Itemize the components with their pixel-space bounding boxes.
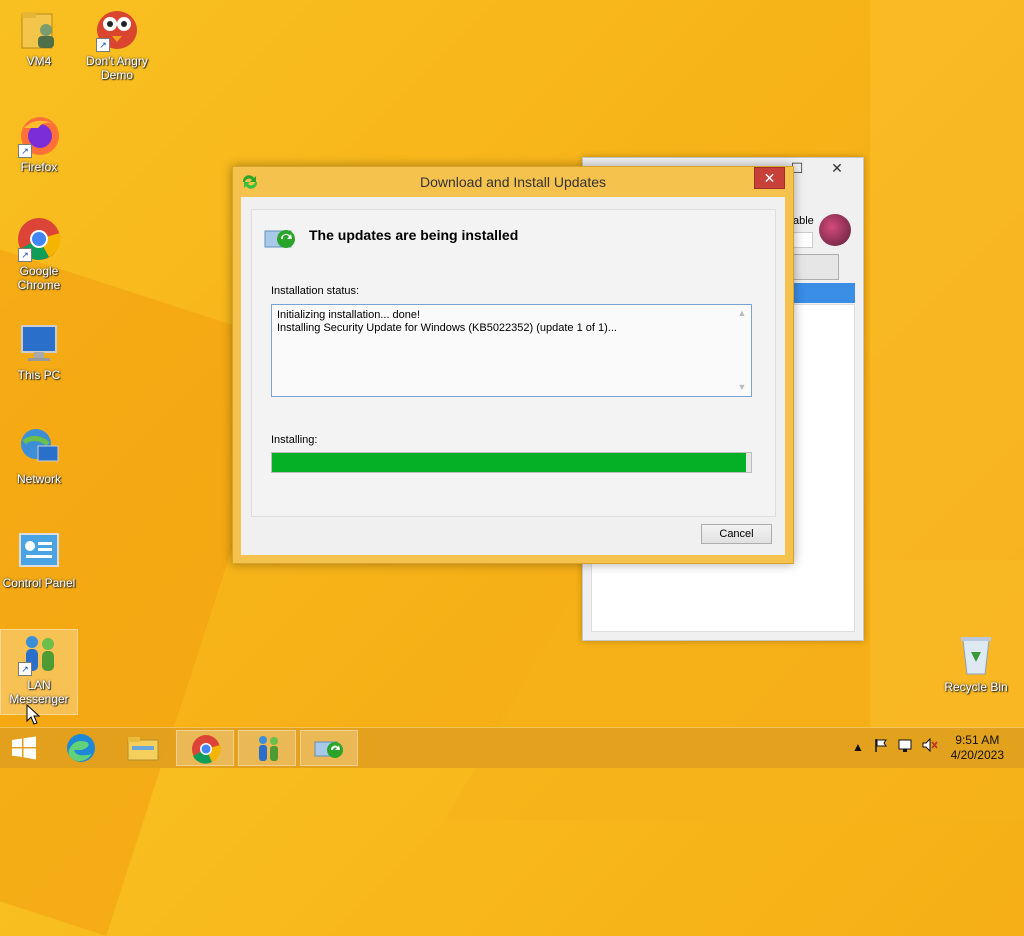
desktop-icon-label: Google Chrome: [17, 264, 61, 292]
action-center-flag-icon[interactable]: [873, 737, 889, 777]
network-status-icon[interactable]: [897, 737, 915, 777]
desktop-icon-network[interactable]: Network: [1, 424, 77, 486]
desktop-icon-lan-messenger[interactable]: ↗ LAN Messenger: [0, 629, 78, 715]
taskbar-lan-messenger[interactable]: [238, 730, 296, 766]
desktop-icon-label: Don't Angry Demo: [86, 54, 148, 82]
volume-muted-icon[interactable]: [921, 737, 939, 777]
scroll-down-icon[interactable]: ▼: [735, 381, 749, 394]
status-line: Installing Security Update for Windows (…: [277, 322, 617, 334]
desktop-icon-control-panel[interactable]: Control Panel: [1, 528, 77, 590]
desktop-icon-label: VM4: [26, 54, 52, 68]
close-button[interactable]: ✕: [754, 167, 785, 189]
windows-logo-icon: [12, 736, 36, 760]
control-panel-icon: [16, 528, 62, 574]
desktop-icon-firefox[interactable]: ↗ Firefox: [1, 112, 77, 174]
dialog-panel: The updates are being installed Installa…: [251, 209, 776, 517]
taskbar: ▲ 9:51 AM 4/20/2023: [0, 727, 1024, 768]
background-window-text: able: [793, 215, 814, 227]
dialog-heading: The updates are being installed: [309, 227, 519, 243]
shortcut-arrow-icon: ↗: [18, 248, 32, 262]
show-hidden-icons-icon[interactable]: ▲: [852, 740, 864, 780]
dialog-client-area: The updates are being installed Installa…: [241, 197, 785, 555]
install-progress-bar: [271, 452, 752, 473]
taskbar-edge[interactable]: [52, 730, 110, 766]
windows-update-icon: [314, 741, 343, 758]
progress-fill: [272, 453, 747, 472]
folder-user-icon: [16, 6, 62, 52]
toolbar-button[interactable]: [793, 254, 839, 280]
desktop-icon-label: LAN Messenger: [9, 678, 69, 706]
installation-status-label: Installation status:: [271, 285, 360, 297]
lan-messenger-icon: [259, 736, 278, 761]
avatar: [819, 214, 851, 246]
selected-list-row[interactable]: [793, 283, 855, 303]
shortcut-arrow-icon: ↗: [18, 662, 32, 676]
installation-status-textbox[interactable]: Initializing installation... done! Insta…: [271, 304, 752, 397]
cancel-button[interactable]: Cancel: [701, 524, 772, 544]
desktop-icon-google-chrome[interactable]: ↗ Google Chrome: [1, 216, 77, 292]
desktop-icon-label: Control Panel: [2, 576, 76, 590]
network-icon: [16, 424, 62, 470]
dialog-title: Download and Install Updates: [419, 174, 606, 190]
angry-bird-icon: ↗: [94, 6, 140, 52]
taskbar-chrome[interactable]: [176, 730, 234, 766]
firefox-icon: ↗: [16, 112, 62, 158]
desktop-icon-recycle-bin[interactable]: Recycle Bin: [938, 632, 1014, 694]
background-window-field[interactable]: [793, 232, 813, 248]
clock[interactable]: 9:51 AM 4/20/2023: [951, 733, 1004, 763]
desktop-icon-dont-angry-demo[interactable]: ↗ Don't Angry Demo: [79, 6, 155, 82]
desktop-icon-label: This PC: [17, 368, 61, 382]
scroll-up-icon[interactable]: ▲: [735, 307, 749, 320]
close-icon[interactable]: ✕: [817, 160, 857, 180]
desktop-icon-label: Recycle Bin: [944, 680, 1008, 694]
desktop-icon-this-pc[interactable]: This PC: [1, 320, 77, 382]
desktop-icon-label: Network: [16, 472, 61, 486]
desktop-icon-vm4[interactable]: VM4: [1, 6, 77, 68]
taskbar-windows-update[interactable]: [300, 730, 358, 766]
lan-messenger-icon: ↗: [16, 630, 62, 676]
shortcut-arrow-icon: ↗: [96, 38, 110, 52]
update-install-icon: [264, 226, 298, 250]
status-line: Initializing installation... done!: [277, 309, 421, 321]
recycle-bin-icon: [953, 632, 999, 678]
start-button[interactable]: [0, 730, 48, 766]
edge-icon: [67, 734, 95, 762]
shortcut-arrow-icon: ↗: [18, 144, 32, 158]
scrollbar[interactable]: ▲ ▼: [735, 307, 749, 394]
installing-label: Installing:: [271, 434, 318, 446]
taskbar-file-explorer[interactable]: [114, 730, 172, 766]
chrome-icon: [192, 735, 221, 764]
folder-icon: [127, 737, 159, 761]
chrome-icon: ↗: [16, 216, 62, 262]
clock-time: 9:51 AM: [955, 733, 1000, 747]
mouse-cursor-icon: [26, 703, 41, 731]
computer-icon: [16, 320, 62, 366]
update-dialog: Download and Install Updates ✕ The updat…: [232, 166, 794, 564]
dialog-titlebar[interactable]: Download and Install Updates ✕: [233, 167, 793, 197]
clock-date: 4/20/2023: [950, 748, 1004, 762]
desktop-icon-label: Firefox: [20, 160, 58, 174]
